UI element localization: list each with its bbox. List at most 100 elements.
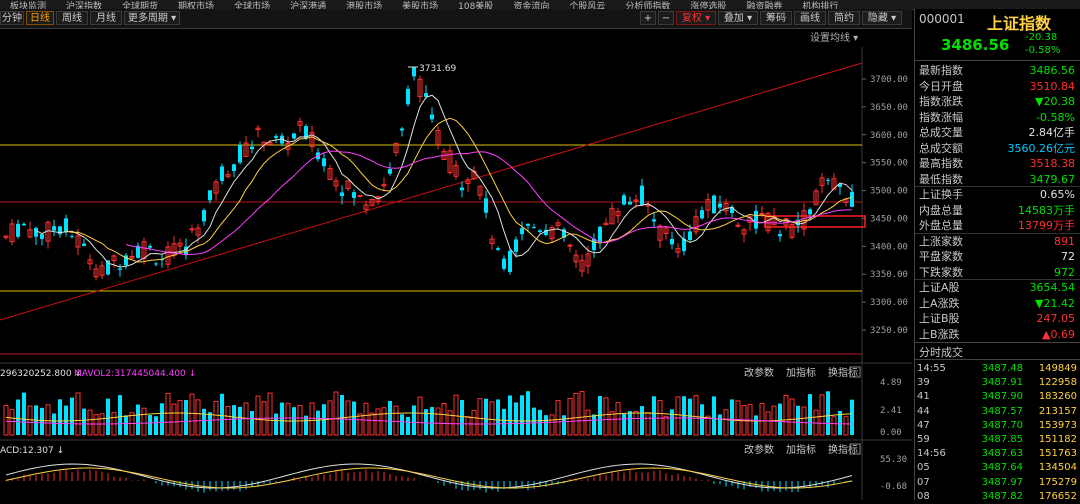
panel-button[interactable]: 加指标 — [786, 366, 816, 379]
volume-bar — [520, 395, 524, 435]
candle-body — [718, 203, 722, 208]
tick-volume: 176652 — [1038, 490, 1077, 502]
tick-price: 3487.63 — [981, 448, 1023, 460]
volume-bar — [64, 405, 68, 435]
period-tab[interactable]: 月线 — [90, 11, 122, 25]
volume-bar — [202, 408, 206, 435]
toolbar-button[interactable]: 复权 ▾ — [676, 11, 716, 25]
volume-bar — [238, 406, 242, 435]
volume-bar — [796, 405, 800, 435]
volume-bar — [730, 399, 734, 435]
volume-bar — [430, 407, 434, 435]
tick-price: 3487.90 — [981, 391, 1023, 403]
toolbar-button[interactable]: 简约 — [828, 11, 860, 25]
tick-volume: 183260 — [1038, 391, 1077, 403]
toolbar-button[interactable]: 画线 — [794, 11, 826, 25]
quote-row: 指数涨跌 ▼20.38 — [915, 94, 1080, 110]
candle-body — [148, 245, 152, 248]
volume-bar — [22, 392, 26, 435]
tick-price: 3487.64 — [981, 462, 1023, 474]
period-tab[interactable]: 日线 — [26, 11, 54, 25]
tick-time: 08 — [917, 490, 930, 502]
volume-bar — [400, 414, 404, 435]
volume-bar — [136, 404, 140, 435]
panel-button[interactable]: 改参数 — [744, 443, 774, 456]
candle-body — [688, 231, 692, 241]
volume-bar — [502, 408, 506, 435]
volume-bar — [184, 400, 188, 435]
candle-body — [712, 195, 716, 214]
volume-bar — [82, 408, 86, 435]
volume-bar — [58, 399, 62, 435]
candle-body — [70, 236, 74, 238]
tick-row: 07 3487.97 175279 — [915, 476, 1080, 490]
candle-body — [352, 192, 356, 198]
quote-row: 最高指数 3518.38 — [915, 156, 1080, 172]
quote-row-value: ▼20.38 — [1035, 95, 1075, 108]
quote-row-value: 72 — [1061, 250, 1075, 263]
candle-body — [406, 88, 410, 105]
period-tab[interactable]: 分钟 — [0, 11, 24, 25]
toolbar-button[interactable]: + — [640, 11, 656, 25]
axis-tick-label: 2.41 — [880, 406, 902, 416]
candle-body — [514, 239, 518, 252]
candle-body — [640, 185, 644, 206]
quote-row: 上证A股 3654.54 — [915, 280, 1080, 296]
quote-row-value: 891 — [1054, 234, 1075, 248]
tick-volume: 153973 — [1038, 419, 1077, 431]
quote-row: 平盘家数 72 — [915, 249, 1080, 265]
candle-body — [484, 198, 488, 213]
candle-body — [526, 223, 530, 226]
volume-bar — [412, 405, 416, 435]
macd-panel-buttons: 改参数 加指标 换指标 — [744, 443, 861, 456]
candle-body — [628, 201, 632, 205]
volume-bar — [640, 406, 644, 435]
price-tick-label: 3350.00 — [870, 270, 908, 280]
quote-row-value: 3486.56 — [1029, 64, 1076, 77]
panel-button[interactable]: 改参数 — [744, 366, 774, 379]
toolbar-button[interactable]: 隐藏 ▾ — [862, 11, 902, 25]
candle-body — [322, 158, 326, 167]
candle-body — [388, 169, 392, 174]
chart-toolbar: 分钟 日线 周线 月线 更多周期 ▾ + − 复权 ▾ 叠加 ▾ 筹码 画线 简约 隐藏 ▾ — [0, 9, 912, 29]
settings-ma-button[interactable]: 设置均线 ▾ — [810, 31, 858, 44]
candle-body — [735, 224, 741, 227]
candle-body — [670, 238, 674, 245]
volume-bar — [352, 401, 356, 435]
price-tick-label: 3400.00 — [870, 242, 908, 252]
candle-body — [292, 133, 296, 139]
quote-row-label: 指数涨幅 — [919, 110, 963, 124]
volume-bar — [406, 416, 410, 435]
candle-body — [400, 128, 404, 131]
volume-bar — [70, 397, 74, 435]
quote-row-value: 0.65% — [1040, 188, 1075, 201]
tick-time: 14:56 — [917, 448, 946, 460]
toolbar-button[interactable]: 叠加 ▾ — [718, 11, 758, 25]
tick-row: 44 3487.57 213157 — [915, 405, 1080, 419]
volume-bar — [460, 399, 464, 435]
panel-button[interactable]: 加指标 — [786, 443, 816, 456]
quote-row-label: 指数涨跌 — [919, 95, 963, 108]
quote-row-label: 上B涨跌 — [919, 327, 960, 341]
volume-bar — [700, 404, 704, 435]
axis-tick-label: 55.30 — [880, 455, 907, 465]
tick-row: 14:56 3487.63 151763 — [915, 447, 1080, 461]
period-tab[interactable]: 更多周期 ▾ — [124, 11, 180, 25]
volume-bar — [154, 416, 158, 435]
tick-row: 39 3487.91 122958 — [915, 376, 1080, 390]
kline-chart-area[interactable]: 设置均线 ▾ 3731.69 3700.00 3650.00 3600.00 3550… — [0, 29, 912, 500]
candle-body — [220, 166, 224, 181]
quote-row-value: 3518.38 — [1029, 157, 1076, 170]
candle-body — [532, 226, 536, 228]
candle-body — [424, 93, 428, 97]
toolbar-button[interactable]: 筹码 — [760, 11, 792, 25]
volume-bar — [274, 413, 278, 435]
candle-body — [502, 258, 506, 269]
toolbar-button[interactable]: − — [658, 11, 674, 25]
period-tab[interactable]: 周线 — [56, 11, 88, 25]
tick-time: 44 — [917, 405, 930, 417]
quote-row: 内盘总量 14583万手 — [915, 203, 1080, 219]
candle-body — [340, 192, 344, 197]
candle-body — [34, 227, 38, 237]
volume-bar — [592, 414, 596, 435]
